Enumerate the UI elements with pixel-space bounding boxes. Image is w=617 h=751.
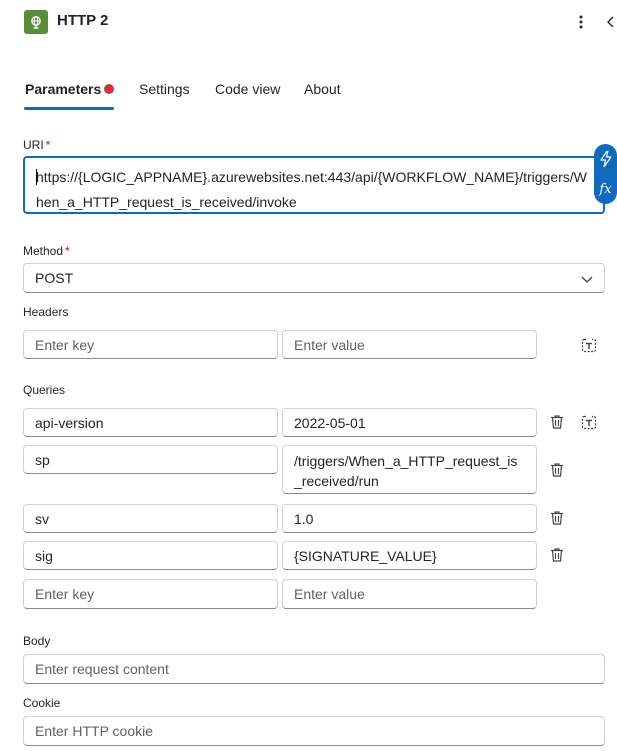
method-label-text: Method (23, 244, 64, 258)
method-select[interactable]: POST (23, 263, 605, 293)
lightning-icon[interactable] (599, 151, 612, 168)
error-indicator (104, 84, 114, 94)
trash-icon (551, 511, 563, 525)
tab-code-view[interactable]: Code view (215, 81, 280, 97)
delete-query-button[interactable] (548, 413, 566, 431)
uri-label: URI * (23, 138, 50, 152)
action-panel: HTTP 2 Parameters Settings Code view Abo… (0, 0, 617, 751)
tab-parameters[interactable]: Parameters (25, 81, 101, 97)
required-mark: * (65, 244, 70, 258)
query-key-input[interactable]: sv (23, 504, 278, 533)
chevron-left-icon (607, 16, 614, 28)
more-options-button[interactable] (574, 10, 588, 34)
text-mode-icon (581, 414, 597, 430)
active-tab-indicator (24, 107, 114, 110)
body-input[interactable]: Enter request content (23, 654, 605, 684)
query-value-input[interactable]: /triggers/When_a_HTTP_request_is_receive… (282, 445, 537, 494)
method-label: Method * (23, 244, 70, 258)
queries-label: Queries (23, 383, 66, 397)
tab-about[interactable]: About (304, 81, 341, 97)
switch-to-text-mode-button[interactable] (580, 336, 598, 354)
query-key-input[interactable]: sig (23, 541, 278, 570)
text-mode-icon (581, 337, 597, 353)
action-title: HTTP 2 (57, 12, 109, 29)
chevron-down-icon (581, 276, 593, 283)
cookie-input[interactable]: Enter HTTP cookie (23, 716, 605, 746)
query-value-input[interactable]: Enter value (282, 579, 537, 609)
trash-icon (551, 548, 563, 562)
uri-label-text: URI (23, 138, 44, 152)
query-value-input[interactable]: {SIGNATURE_VALUE} (282, 541, 537, 570)
body-label: Body (23, 634, 51, 648)
dynamic-content-toolbar: fx (594, 144, 617, 204)
trash-icon (551, 415, 563, 429)
query-value-input[interactable]: 1.0 (282, 504, 537, 533)
header-key-input[interactable]: Enter key (23, 330, 278, 359)
delete-query-button[interactable] (548, 546, 566, 564)
collapse-panel-button[interactable] (607, 10, 617, 34)
query-value-input[interactable]: 2022-05-01 (282, 408, 537, 437)
header-value-input[interactable]: Enter value (282, 330, 537, 359)
http-action-icon (24, 10, 48, 34)
headers-label: Headers (23, 305, 69, 319)
method-value: POST (35, 270, 74, 286)
query-key-input[interactable]: api-version (23, 408, 278, 437)
query-key-input[interactable]: Enter key (23, 579, 278, 609)
delete-query-button[interactable] (548, 509, 566, 527)
globe-icon (31, 16, 41, 29)
more-vertical-icon (579, 15, 583, 29)
uri-input[interactable]: https://{LOGIC_APPNAME}.azurewebsites.ne… (23, 156, 605, 214)
required-mark: * (45, 138, 51, 152)
expression-editor-icon[interactable]: fx (599, 182, 611, 197)
cookie-label: Cookie (23, 696, 61, 710)
uri-value: https://{LOGIC_APPNAME}.azurewebsites.ne… (36, 169, 587, 210)
tab-settings[interactable]: Settings (139, 81, 190, 97)
query-key-input[interactable]: sp (23, 445, 278, 474)
switch-to-text-mode-button[interactable] (580, 413, 598, 431)
trash-icon (551, 463, 563, 477)
delete-query-button[interactable] (548, 461, 566, 479)
